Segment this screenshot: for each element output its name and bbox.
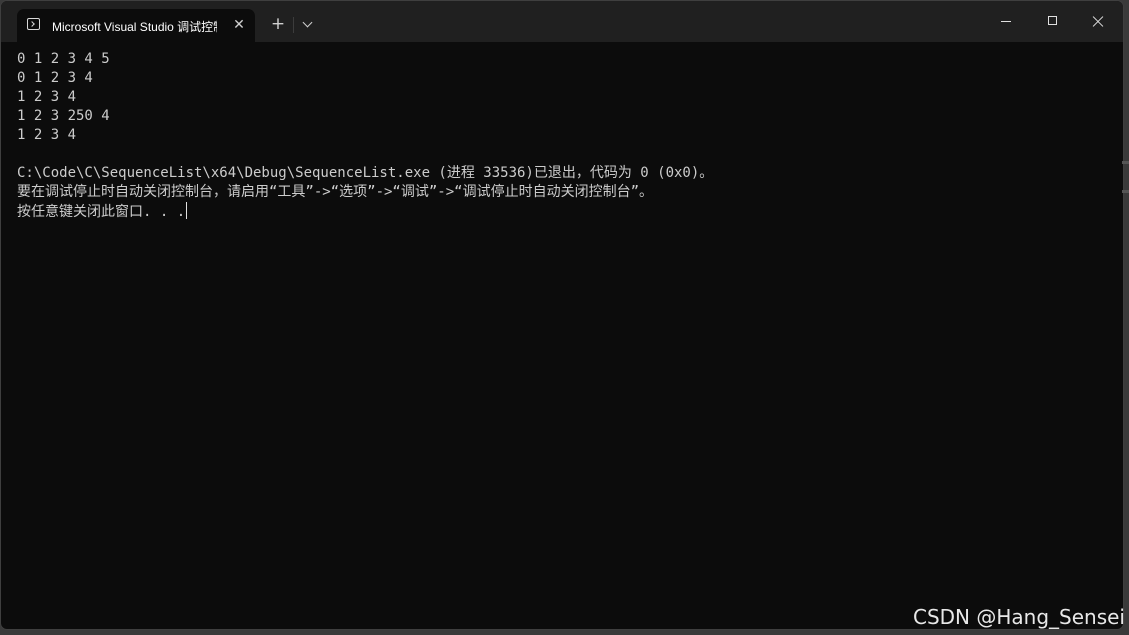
console-line: C:\Code\C\SequenceList\x64\Debug\Sequenc… bbox=[17, 165, 714, 181]
console-line: 1 2 3 250 4 bbox=[17, 108, 110, 124]
console-line: 0 1 2 3 4 bbox=[17, 70, 93, 86]
console-output[interactable]: 0 1 2 3 4 5 0 1 2 3 4 1 2 3 4 1 2 3 250 … bbox=[17, 50, 1112, 620]
watermark-text: CSDN @Hang_Sensei bbox=[912, 605, 1125, 629]
console-line: 1 2 3 4 bbox=[17, 89, 77, 105]
chevron-down-icon[interactable] bbox=[299, 14, 317, 34]
tab-title: Microsoft Visual Studio 调试控制台 bbox=[52, 20, 217, 34]
console-line-prompt: 按任意键关闭此窗口. . . bbox=[17, 202, 1112, 221]
console-line: 1 2 3 4 bbox=[17, 127, 77, 143]
console-line: 要在调试停止时自动关闭控制台，请启用“工具”->“选项”->“调试”->“调试停… bbox=[17, 184, 653, 200]
title-bar[interactable]: Microsoft Visual Studio 调试控制台 ✕ + bbox=[1, 1, 1123, 42]
background-edge bbox=[1122, 190, 1129, 193]
tab-close-icon[interactable]: ✕ bbox=[229, 15, 249, 35]
new-tab-plus-icon[interactable]: + bbox=[267, 13, 289, 35]
background-edge bbox=[1122, 161, 1129, 164]
terminal-window: Microsoft Visual Studio 调试控制台 ✕ + 0 1 2 … bbox=[0, 0, 1124, 630]
tab-debug-console[interactable]: Microsoft Visual Studio 调试控制台 ✕ bbox=[17, 9, 255, 42]
terminal-icon bbox=[27, 18, 40, 30]
minimize-button[interactable] bbox=[983, 1, 1029, 42]
prompt-text: 按任意键关闭此窗口. . . bbox=[17, 204, 186, 220]
console-line: 0 1 2 3 4 5 bbox=[17, 51, 110, 67]
maximize-button[interactable] bbox=[1029, 1, 1075, 42]
close-button[interactable] bbox=[1075, 1, 1121, 42]
tab-divider bbox=[293, 17, 294, 33]
text-cursor bbox=[186, 202, 188, 219]
